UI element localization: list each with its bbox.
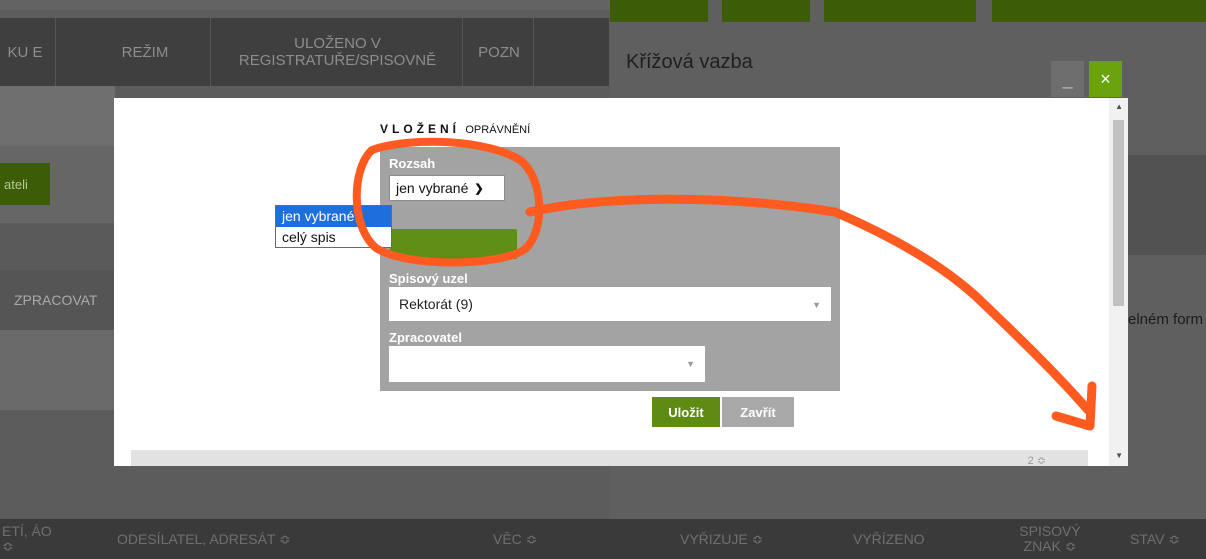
- table-header: KU E REŽIM ULOŽENO V REGISTRATUŘE/SPISOV…: [0, 18, 609, 86]
- top-bar: [0, 0, 610, 10]
- zpracovatel-select[interactable]: ▼: [389, 346, 705, 382]
- heading-main: VLOŽENÍ: [380, 122, 461, 136]
- background-row: [0, 223, 115, 270]
- right-top-button[interactable]: [722, 0, 810, 22]
- header-sep: [210, 18, 211, 86]
- side-green-button[interactable]: ateli: [0, 163, 50, 205]
- background-row: [0, 86, 115, 146]
- right-panel-text: elném form: [1128, 311, 1204, 328]
- footer-col-vec[interactable]: VĚC ≎: [493, 519, 537, 559]
- form-panel: Rozsah jen vybrané ❯ Spisový uzel Rektor…: [380, 147, 840, 391]
- header-col-ulozeno[interactable]: ULOŽENO V REGISTRATUŘE/SPISOVNĚ: [215, 18, 460, 86]
- dialog-bottom-bar: 2 ≎: [131, 450, 1088, 467]
- background-row: [0, 330, 115, 410]
- chevron-down-icon: ❯: [474, 182, 484, 195]
- chevron-down-icon: ▼: [812, 300, 821, 310]
- close-button[interactable]: Zavřít: [722, 397, 794, 427]
- spisovy-uzel-value: Rektorát (9): [399, 296, 473, 312]
- dialog-heading: VLOŽENÍ OPRÁVNĚNÍ: [380, 122, 530, 136]
- spisovy-uzel-label: Spisový uzel: [389, 271, 468, 286]
- footer-col-stav[interactable]: STAV ≎: [1130, 519, 1180, 559]
- header-col-1[interactable]: KU E: [0, 18, 50, 86]
- header-sep: [55, 18, 56, 86]
- footer-col-odesilatel[interactable]: ODESÍLATEL, ADRESÁT ≎: [117, 519, 291, 559]
- right-panel-title: Křížová vazba: [626, 51, 753, 73]
- scrollbar-thumb[interactable]: [1113, 120, 1124, 306]
- header-sep: [533, 18, 534, 86]
- footer-col-spisovy-znak[interactable]: SPISOVÝ ZNAK ≎: [1005, 519, 1095, 559]
- footer-col-vyrizeno[interactable]: VYŘÍZENO: [853, 519, 925, 559]
- footer-col-vyrizuje[interactable]: VYŘIZUJE ≎: [680, 519, 763, 559]
- heading-sub: OPRÁVNĚNÍ: [465, 124, 531, 136]
- partially-hidden-button[interactable]: [390, 229, 517, 259]
- right-top-button[interactable]: [992, 0, 1206, 22]
- permission-dialog: VLOŽENÍ OPRÁVNĚNÍ Rozsah jen vybrané ❯ S…: [114, 98, 1128, 467]
- spisovy-uzel-select[interactable]: Rektorát (9) ▼: [389, 287, 831, 321]
- dialog-scrollbar[interactable]: ▲ ▼: [1109, 98, 1128, 466]
- scroll-up-icon[interactable]: ▲: [1115, 102, 1123, 111]
- dropdown-option-cely-spis[interactable]: celý spis: [276, 227, 391, 248]
- right-top-button[interactable]: [824, 0, 976, 22]
- rozsah-label: Rozsah: [389, 156, 436, 171]
- dropdown-option-jen-vybrane[interactable]: jen vybrané: [276, 206, 391, 227]
- rozsah-dropdown-list: jen vybrané celý spis: [275, 205, 392, 248]
- bottom-bar-text: 2 ≎: [1027, 455, 1046, 467]
- minimize-button[interactable]: _: [1051, 61, 1084, 97]
- close-window-button[interactable]: ×: [1089, 61, 1122, 97]
- right-top-button[interactable]: [610, 0, 708, 22]
- footer-col[interactable]: ETÍ, ÁO ≎: [2, 519, 62, 559]
- rozsah-selected-value: jen vybrané: [396, 180, 469, 196]
- rozsah-select[interactable]: jen vybrané ❯: [389, 175, 505, 201]
- scroll-down-icon[interactable]: ▼: [1115, 451, 1123, 460]
- right-panel-band: [1120, 155, 1206, 255]
- header-col-pozn[interactable]: POZN: [463, 18, 535, 86]
- chevron-down-icon: ▼: [686, 359, 695, 369]
- header-col-rezim[interactable]: REŽIM: [85, 18, 205, 86]
- save-button[interactable]: Uložit: [652, 397, 720, 427]
- side-zpracovat-label: ZPRACOVAT: [0, 270, 115, 330]
- table-footer-header: ETÍ, ÁO ≎ ODESÍLATEL, ADRESÁT ≎ VĚC ≎ VY…: [0, 519, 1206, 559]
- zpracovatel-label: Zpracovatel: [389, 330, 462, 345]
